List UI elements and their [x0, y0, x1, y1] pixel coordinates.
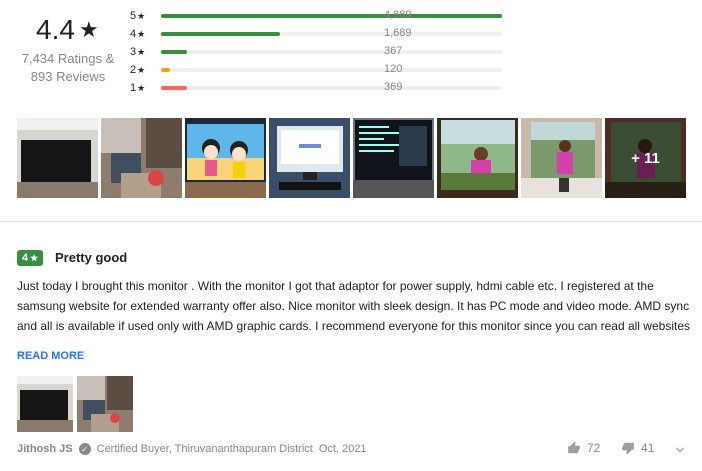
- like-button[interactable]: 72: [567, 441, 600, 455]
- rating-bar-row: 5★ 4,889: [130, 8, 502, 24]
- rating-bar-fill: [161, 50, 187, 54]
- average-rating-value: 4.4: [36, 14, 75, 45]
- average-rating: 4.4 ★: [36, 14, 99, 46]
- dislike-count: 41: [641, 441, 655, 455]
- star-icon: ★: [137, 29, 146, 39]
- bar-count: 369: [384, 81, 403, 93]
- reviews-line: 893 Reviews: [30, 69, 106, 84]
- rating-bar-track: [161, 14, 502, 18]
- bar-count: 367: [384, 45, 403, 57]
- bar-count: 120: [384, 63, 403, 75]
- thumbs-down-icon: [622, 442, 634, 455]
- rating-bar-fill: [161, 32, 281, 36]
- rating-bar-track: [161, 50, 502, 54]
- gallery-more-photos[interactable]: + 11: [605, 118, 686, 198]
- gallery-photo-windows-screen[interactable]: [269, 118, 350, 198]
- rating-bar-track: [161, 86, 502, 90]
- bar-star-label: 4★: [130, 28, 146, 40]
- rating-bar-fill: [161, 68, 170, 72]
- bar-star-label: 3★: [130, 46, 146, 58]
- ratings-count: 7,434 Ratings & 893 Reviews: [0, 50, 136, 86]
- bar-count: 4,889: [384, 9, 412, 21]
- read-more-link[interactable]: READ MORE: [17, 350, 84, 362]
- section-divider: [0, 221, 702, 222]
- rating-bar-track: [161, 68, 502, 72]
- star-icon: ★: [137, 65, 146, 75]
- more-photos-label: + 11: [605, 118, 686, 198]
- review-photo-monitor[interactable]: [17, 376, 73, 432]
- rating-bar-row: 3★ 367: [130, 44, 502, 60]
- review-photo-desk[interactable]: [77, 376, 133, 432]
- rating-bar-fill: [161, 14, 502, 18]
- star-icon: ★: [137, 11, 146, 21]
- ratings-line: 7,434 Ratings &: [21, 51, 115, 66]
- certified-buyer-label: Certified Buyer, Thiruvananthapuram Dist…: [96, 443, 313, 455]
- star-icon: ★: [137, 83, 146, 93]
- review-rating-badge: 4 ★: [17, 250, 44, 266]
- rating-bar-row: 2★ 120: [130, 62, 502, 78]
- certified-check-icon: ✓: [78, 443, 91, 455]
- review-date: Oct, 2021: [318, 443, 367, 455]
- star-icon: ★: [137, 47, 146, 57]
- thumbs-up-icon: [568, 441, 580, 454]
- bar-star-label: 1★: [130, 82, 146, 94]
- bar-star-label: 2★: [130, 64, 146, 76]
- bar-star-label: 5★: [130, 10, 146, 22]
- gallery-photo-desk-clutter[interactable]: [101, 118, 182, 198]
- gallery-photo-terminal-screen[interactable]: [353, 118, 434, 198]
- like-count: 72: [587, 441, 601, 455]
- review-body: Just today I brought this monitor . With…: [17, 279, 690, 333]
- review-rating-value: 4: [22, 252, 29, 264]
- dislike-button[interactable]: 41: [621, 441, 654, 455]
- rating-bar-row: 1★ 369: [130, 80, 502, 96]
- reviewer-name: Jithosh JS: [17, 443, 73, 455]
- star-icon: ★: [78, 17, 99, 42]
- bar-count: 1,689: [384, 27, 412, 39]
- star-icon: ★: [30, 252, 39, 263]
- review-meta: Jithosh JS ✓ Certified Buyer, Thiruvanan…: [17, 443, 367, 455]
- review-title: Pretty good: [55, 250, 128, 265]
- gallery-photo-cartoon-screen[interactable]: [185, 118, 266, 198]
- rating-bar-row: 4★ 1,689: [130, 26, 502, 42]
- gallery-photo-person-screen-2[interactable]: [521, 118, 602, 198]
- gallery-photo-person-screen[interactable]: [437, 118, 518, 198]
- rating-summary: 4.4 ★ 7,434 Ratings & 893 Reviews: [0, 0, 130, 100]
- chevron-down-icon[interactable]: [674, 444, 686, 456]
- rating-bar-track: [161, 32, 502, 36]
- gallery-photo-monitor-dark[interactable]: [17, 118, 98, 198]
- rating-bar-fill: [161, 86, 187, 90]
